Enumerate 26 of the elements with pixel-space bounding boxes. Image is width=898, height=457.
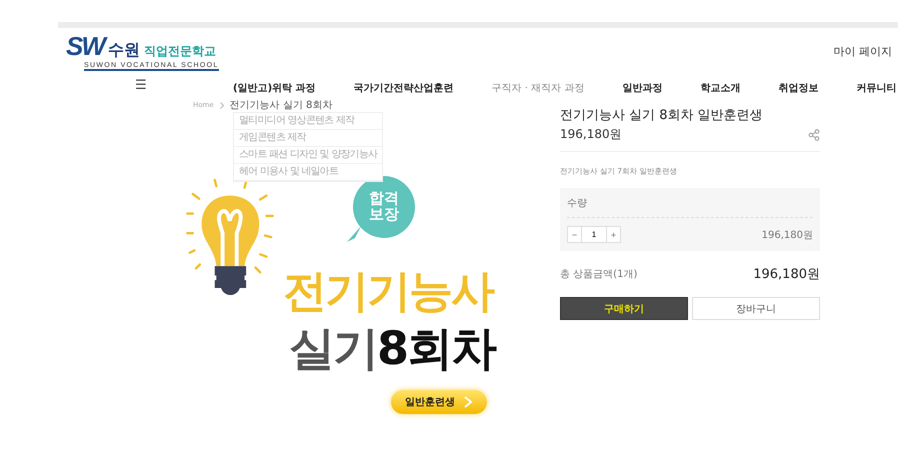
nav-item[interactable]: 취업정보 [778,82,818,94]
buy-button[interactable]: 구매하기 [560,297,688,320]
quantity-input[interactable]: 1 [582,227,606,242]
banner-subline: 실기8회차 [289,320,496,377]
nav-item[interactable]: 국가기간전략산업훈련 [354,82,454,94]
chevron-icon [463,396,473,408]
cart-button[interactable]: 장바구니 [692,297,820,320]
total-label: 총 상품금액(1개) [560,268,638,281]
banner-button[interactable]: 일반훈련생 [391,390,487,414]
option-amount: 196,180원 [762,228,813,242]
share-icon[interactable] [808,128,820,140]
guarantee-bubble: 합격 보장 [353,176,415,238]
nav-item[interactable]: 구직자 · 재직자 과정 [492,82,584,94]
my-page-link[interactable]: 마이 페이지 [834,44,892,58]
breadcrumb-link[interactable]: 전기기능사 실기 8회차 [230,98,332,112]
total-amount: 196,180원 [753,266,820,283]
nav-item[interactable]: 학교소개 [700,82,740,94]
product-title: 전기기능사 실기 8회차 일반훈련생 [560,107,764,124]
product-price: 196,180원 [560,126,622,143]
menu-icon[interactable]: ☰ [135,78,233,92]
nav-item[interactable]: (일반고)위탁 과정 [233,82,316,94]
nav-item[interactable]: 커뮤니티 [856,82,896,94]
chevron-icon [220,102,224,108]
quantity-label: 수량 [567,198,587,209]
banner-headline: 전기기능사 [283,265,493,319]
nav-item[interactable]: 일반과정 [622,82,662,94]
